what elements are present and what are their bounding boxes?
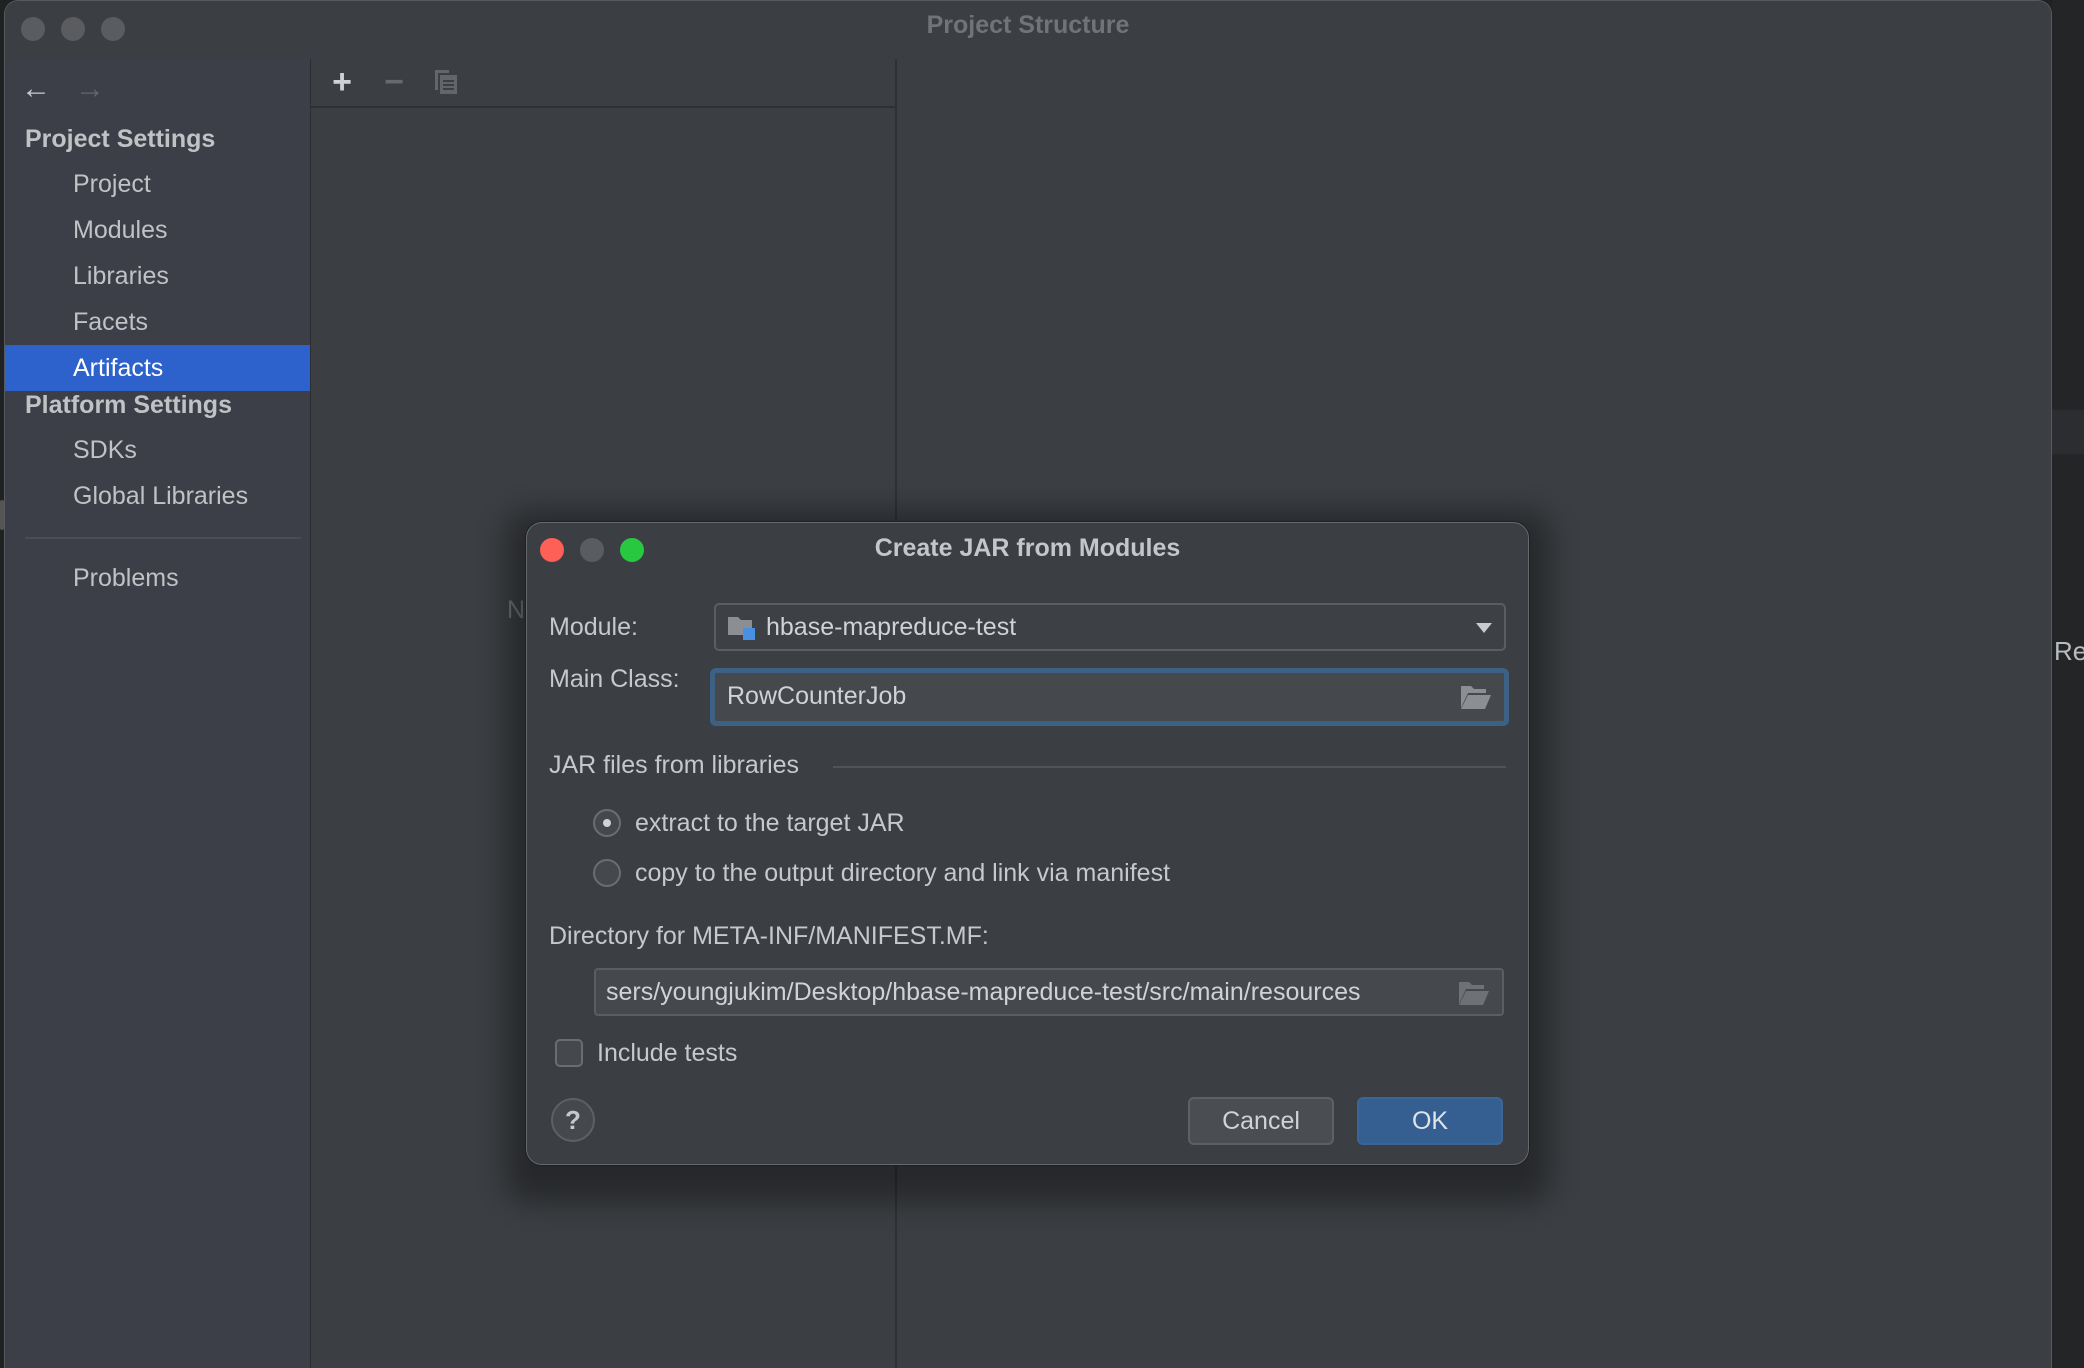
copy-icon[interactable] xyxy=(429,65,463,99)
radio-copy-and-link[interactable]: copy to the output directory and link vi… xyxy=(593,856,1170,890)
artifacts-toolbar: + − xyxy=(311,59,895,108)
manifest-dir-value: sers/youngjukim/Desktop/hbase-mapreduce-… xyxy=(606,978,1361,1006)
libraries-group-title: JAR files from libraries xyxy=(549,751,800,779)
module-label: Module: xyxy=(549,613,638,641)
minus-icon[interactable]: − xyxy=(377,63,411,101)
sidebar-item-label: Modules xyxy=(73,216,168,244)
dialog-title: Create JAR from Modules xyxy=(874,534,1181,562)
include-tests-label: Include tests xyxy=(597,1038,738,1067)
plus-icon[interactable]: + xyxy=(325,63,359,101)
radio-label: copy to the output directory and link vi… xyxy=(635,858,1171,887)
sidebar-item-problems[interactable]: Problems xyxy=(5,555,310,601)
sidebar-item-libraries[interactable]: Libraries xyxy=(5,253,310,299)
sidebar-item-project[interactable]: Project xyxy=(5,161,310,207)
sidebar-heading-platform-settings: Platform Settings xyxy=(25,391,232,419)
radio-button-unchecked[interactable] xyxy=(593,859,621,887)
sidebar-item-facets[interactable]: Facets xyxy=(5,299,310,345)
module-select[interactable]: hbase-mapreduce-test xyxy=(714,603,1506,651)
manifest-dir-field[interactable]: sers/youngjukim/Desktop/hbase-mapreduce-… xyxy=(594,968,1504,1016)
radio-extract-to-jar[interactable]: extract to the target JAR xyxy=(593,806,905,840)
main-class-field[interactable]: RowCounterJob xyxy=(710,668,1509,726)
sidebar-item-artifacts[interactable]: Artifacts xyxy=(5,345,310,391)
sidebar-item-label: Problems xyxy=(73,564,179,592)
title-bar: Project Structure xyxy=(5,1,2051,59)
module-folder-icon xyxy=(728,617,755,640)
sidebar-item-label: Global Libraries xyxy=(73,482,249,510)
sidebar-item-label: Project xyxy=(73,170,151,198)
background-window: Re xyxy=(2052,0,2084,1368)
module-select-value: hbase-mapreduce-test xyxy=(766,613,1017,641)
sidebar-item-label: SDKs xyxy=(73,436,137,464)
create-jar-dialog: Create JAR from Modules Module: hbase-ma… xyxy=(526,522,1529,1165)
chevron-down-icon xyxy=(1476,623,1492,633)
manifest-dir-label: Directory for META-INF/MANIFEST.MF: xyxy=(549,922,989,950)
ok-button[interactable]: OK xyxy=(1357,1097,1503,1145)
ok-button-label: OK xyxy=(1411,1106,1449,1135)
include-tests-checkbox-row[interactable]: Include tests xyxy=(555,1036,737,1070)
sidebar-item-label: Artifacts xyxy=(73,354,164,382)
sidebar-item-modules[interactable]: Modules xyxy=(5,207,310,253)
question-icon: ? xyxy=(565,1104,581,1135)
cancel-button[interactable]: Cancel xyxy=(1188,1097,1334,1145)
sidebar-item-label: Facets xyxy=(73,308,149,336)
sidebar-item-sdks[interactable]: SDKs xyxy=(5,427,310,473)
folder-open-icon[interactable] xyxy=(1458,980,1490,1006)
radio-button-checked[interactable] xyxy=(593,809,621,837)
sidebar-heading-project-settings: Project Settings xyxy=(25,125,216,153)
include-tests-checkbox[interactable] xyxy=(555,1039,583,1067)
radio-label: extract to the target JAR xyxy=(635,808,905,837)
background-window-text: Re xyxy=(2054,636,2084,666)
sidebar-separator xyxy=(25,537,301,539)
folder-open-icon[interactable] xyxy=(1460,684,1492,710)
arrow-right-icon[interactable]: → xyxy=(73,74,107,104)
window-title: Project Structure xyxy=(926,11,1130,39)
main-class-label: Main Class: xyxy=(549,665,680,693)
background-window-band xyxy=(2052,410,2084,454)
sidebar-item-label: Libraries xyxy=(73,262,169,290)
help-button[interactable]: ? xyxy=(551,1098,595,1142)
libraries-group-separator xyxy=(833,766,1506,768)
main-class-value: RowCounterJob xyxy=(727,682,907,710)
sidebar-item-global-libraries[interactable]: Global Libraries xyxy=(5,473,310,519)
arrow-left-icon[interactable]: ← xyxy=(19,74,53,104)
cancel-button-label: Cancel xyxy=(1222,1106,1300,1135)
sidebar: ← → Project Settings Project Modules Lib… xyxy=(5,59,311,1368)
nav-arrows: ← → xyxy=(19,69,107,109)
